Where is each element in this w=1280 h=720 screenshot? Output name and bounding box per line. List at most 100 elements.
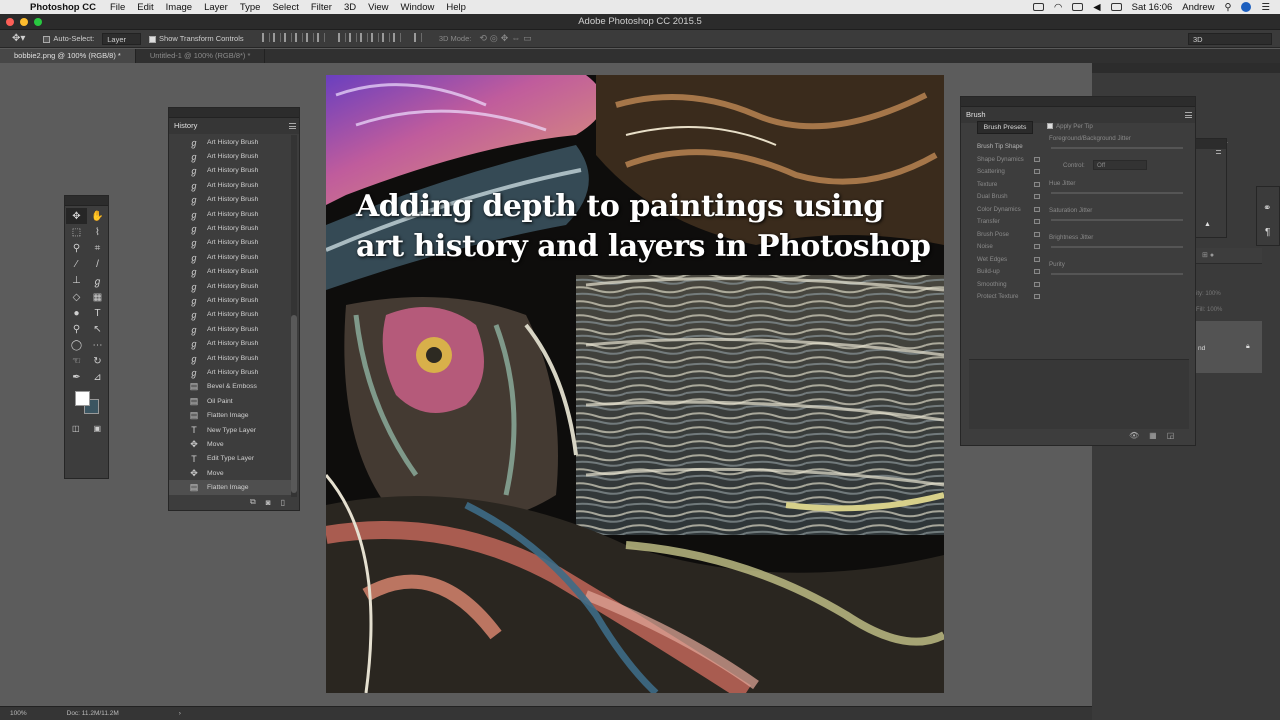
quick-selection-icon[interactable]: ⚲: [66, 240, 87, 256]
foreground-color-swatch[interactable]: [75, 391, 90, 407]
clock[interactable]: Sat 16:06: [1132, 2, 1173, 13]
gradient-tool-icon[interactable]: ▦: [87, 289, 108, 305]
control-dropdown[interactable]: Off: [1093, 160, 1147, 170]
path-tool-icon[interactable]: ⊿: [87, 370, 108, 386]
history-state-row[interactable]: ▤ Flatten Image: [169, 408, 291, 422]
align-right-icon[interactable]: [316, 33, 325, 42]
menu-edit[interactable]: Edit: [137, 2, 153, 13]
history-state-row[interactable]: ℊ Art History Brush: [169, 351, 291, 365]
auto-select-checkbox[interactable]: Auto-Select:: [43, 34, 94, 43]
history-state-row[interactable]: ▤ Flatten Image: [169, 480, 291, 495]
layer-lock-icon[interactable]: 🔒︎: [1246, 343, 1250, 351]
history-state-row[interactable]: ✥ Move: [169, 437, 291, 451]
fg-bg-jitter-slider[interactable]: [1051, 147, 1183, 149]
paragraph-panel-icon[interactable]: ¶: [1265, 227, 1270, 238]
history-panel-header[interactable]: [169, 108, 299, 118]
hand-tool-icon[interactable]: ☜: [66, 354, 87, 370]
grid-view-icon[interactable]: ▦: [1149, 431, 1157, 440]
background-layer-row[interactable]: nd 🔒︎: [1190, 321, 1262, 373]
saturation-jitter-slider[interactable]: [1051, 219, 1183, 221]
layers-filter-icon[interactable]: ⊞: [1202, 252, 1208, 259]
3d-mode-icons[interactable]: ⟲◎✥⇔▭: [479, 33, 534, 44]
document-canvas[interactable]: Adding depth to paintings using art hist…: [326, 75, 944, 693]
menu-image[interactable]: Image: [166, 2, 192, 13]
apply-per-tip-checkbox[interactable]: Apply Per Tip: [1047, 123, 1093, 130]
trash-icon[interactable]: ▯: [281, 498, 285, 507]
panel-menu-icon[interactable]: [1185, 112, 1192, 118]
siri-icon[interactable]: [1241, 2, 1252, 12]
history-state-row[interactable]: ℊ Art History Brush: [169, 193, 291, 207]
panel-triangle-icon[interactable]: ▲: [1204, 221, 1211, 228]
opacity-value[interactable]: 100%: [1205, 291, 1220, 297]
new-preset-icon[interactable]: ◲: [1167, 431, 1175, 440]
screen-mode-icon[interactable]: ▣: [93, 424, 101, 433]
lock-icon[interactable]: [1034, 156, 1040, 162]
lock-icon[interactable]: [1034, 219, 1040, 224]
show-transform-checkbox[interactable]: Show Transform Controls: [149, 34, 244, 43]
history-state-row[interactable]: ℊ Art History Brush: [169, 149, 291, 163]
clone-stamp-icon[interactable]: ⊥: [66, 273, 87, 289]
toggle-live-tip-icon[interactable]: 👁︎: [1129, 431, 1139, 440]
distribute-right-icon[interactable]: [392, 33, 401, 42]
volume-icon[interactable]: ◀: [1093, 2, 1100, 13]
lock-icon[interactable]: [1034, 194, 1040, 199]
fill-value[interactable]: 100%: [1207, 307, 1222, 313]
layers-circle-icon[interactable]: ●: [1210, 252, 1214, 259]
distribute-vcenter-icon[interactable]: [348, 33, 357, 42]
history-state-row[interactable]: ℊ Art History Brush: [169, 322, 291, 336]
new-document-from-state-icon[interactable]: ⧉: [250, 497, 256, 507]
tab-bobbie2[interactable]: bobbie2.png @ 100% (RGB/8) *: [0, 49, 136, 63]
menu-type[interactable]: Type: [240, 2, 261, 13]
hue-jitter-slider[interactable]: [1051, 192, 1183, 194]
distribute-top-icon[interactable]: [337, 33, 346, 42]
distribute-bottom-icon[interactable]: [359, 33, 368, 42]
history-state-row[interactable]: ℊ Art History Brush: [169, 178, 291, 192]
align-top-icon[interactable]: [261, 33, 270, 42]
zoom-tool-icon[interactable]: ⚲: [66, 321, 87, 337]
history-state-row[interactable]: ▤ Bevel & Emboss: [169, 380, 291, 394]
artboard-tool-icon[interactable]: ✋: [87, 208, 108, 224]
menu-help[interactable]: Help: [446, 2, 466, 13]
eyedropper-icon[interactable]: ⁄: [66, 257, 87, 273]
doc-size[interactable]: Doc: 11.2M/11.2M: [67, 710, 119, 717]
art-history-brush-tool-icon[interactable]: ℊ: [87, 273, 108, 289]
close-window-icon[interactable]: [6, 18, 14, 26]
history-state-row[interactable]: ▤ Oil Paint: [169, 394, 291, 408]
zoom-window-icon[interactable]: [34, 18, 42, 26]
auto-select-dropdown[interactable]: Layer: [102, 32, 142, 45]
lock-icon[interactable]: [1034, 281, 1040, 287]
brush-presets-button[interactable]: Brush Presets: [977, 121, 1033, 134]
menu-window[interactable]: Window: [401, 2, 435, 13]
brush-setting-item[interactable]: Brush Tip Shape: [977, 143, 1043, 150]
workspace-switcher[interactable]: 3D: [1188, 33, 1272, 45]
history-state-row[interactable]: ℊ Art History Brush: [169, 207, 291, 221]
history-state-row[interactable]: ℊ Art History Brush: [169, 221, 291, 235]
menu-3d[interactable]: 3D: [344, 2, 356, 13]
pen-tool-icon[interactable]: ✒: [66, 370, 87, 386]
flag-icon[interactable]: [1110, 3, 1122, 11]
align-bottom-icon[interactable]: [283, 33, 292, 42]
history-state-row[interactable]: ℊ Art History Brush: [169, 336, 291, 350]
history-state-row[interactable]: ℊ Art History Brush: [169, 236, 291, 250]
history-state-row[interactable]: T Edit Type Layer: [169, 452, 291, 466]
tools-panel-header[interactable]: [65, 196, 108, 206]
app-name-menu[interactable]: Photoshop CC: [30, 2, 96, 13]
history-state-row[interactable]: ℊ Art History Brush: [169, 250, 291, 264]
history-state-row[interactable]: ℊ Art History Brush: [169, 365, 291, 379]
wifi-icon[interactable]: ◠: [1054, 2, 1062, 13]
history-state-row[interactable]: T New Type Layer: [169, 423, 291, 437]
history-state-row[interactable]: ℊ Art History Brush: [169, 279, 291, 293]
airplay-icon[interactable]: [1072, 3, 1084, 11]
lock-icon[interactable]: [1034, 181, 1040, 187]
purity-slider[interactable]: [1051, 273, 1183, 275]
rectangular-marquee-icon[interactable]: ⬚: [66, 224, 87, 240]
brush-tool-icon[interactable]: /: [87, 257, 108, 273]
zoom-level[interactable]: 100%: [10, 710, 27, 717]
history-state-row[interactable]: ℊ Art History Brush: [169, 308, 291, 322]
brush-panel-header[interactable]: [961, 97, 1195, 107]
menu-layer[interactable]: Layer: [204, 2, 228, 13]
path-selection-icon[interactable]: ↖: [87, 321, 108, 337]
menu-select[interactable]: Select: [272, 2, 298, 13]
history-tab[interactable]: History: [169, 118, 299, 134]
menu-view[interactable]: View: [368, 2, 388, 13]
